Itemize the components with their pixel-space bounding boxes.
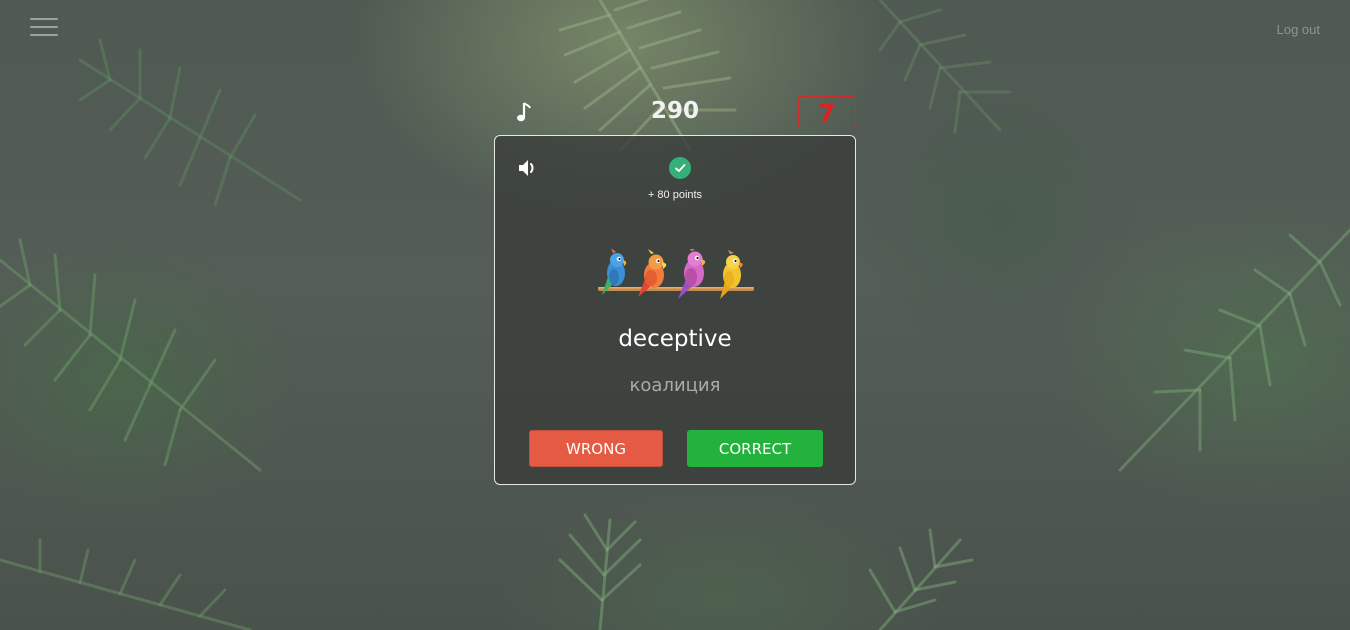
check-circle-icon [669, 157, 691, 179]
wrong-button[interactable]: WRONG [529, 430, 663, 467]
translation-text: коалиция [629, 375, 721, 396]
vocabulary-word: deceptive [618, 326, 732, 352]
menu-line [30, 34, 58, 36]
parrots-on-branch-image [598, 249, 754, 299]
speaker-icon[interactable] [517, 158, 537, 178]
hamburger-menu-icon[interactable] [30, 18, 58, 38]
correct-button[interactable]: CORRECT [687, 430, 823, 467]
menu-line [30, 18, 58, 20]
game-screen: Log out 290 7 + 80 points deceptive коал… [0, 0, 1350, 630]
logout-link[interactable]: Log out [1277, 22, 1320, 37]
menu-line [30, 26, 58, 28]
word-card: + 80 points deceptive коалиция WRONG COR… [494, 135, 856, 485]
points-awarded: + 80 points [647, 189, 703, 201]
countdown-timer: 7 [798, 96, 856, 128]
game-status-bar: 290 7 [494, 96, 856, 132]
